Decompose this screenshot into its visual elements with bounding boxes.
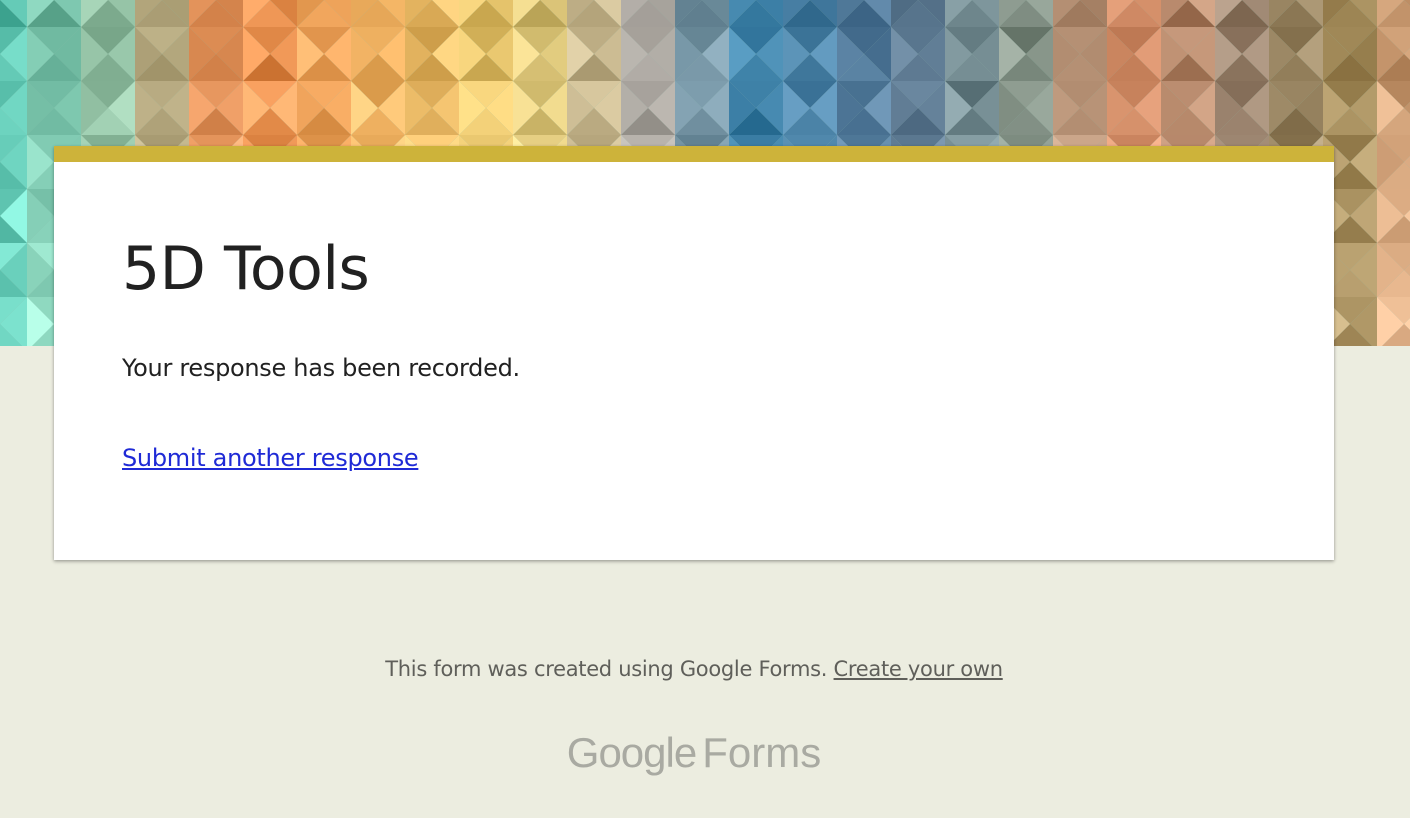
- brand-google-text: Google: [566, 729, 697, 776]
- confirmation-message: Your response has been recorded.: [122, 354, 520, 382]
- footer-note-text: This form was created using Google Forms…: [385, 657, 834, 681]
- google-forms-logo[interactable]: Google Forms: [0, 726, 1388, 780]
- submit-another-response-link[interactable]: Submit another response: [122, 442, 419, 474]
- card-accent-bar: [54, 146, 1334, 162]
- brand-forms-text: Forms: [702, 729, 822, 776]
- form-title: 5D Tools: [122, 234, 370, 304]
- response-card: 5D Tools Your response has been recorded…: [54, 146, 1334, 560]
- create-your-own-link[interactable]: Create your own: [834, 657, 1003, 681]
- footer-note: This form was created using Google Forms…: [0, 654, 1388, 684]
- form-page: 5D Tools Your response has been recorded…: [0, 0, 1410, 818]
